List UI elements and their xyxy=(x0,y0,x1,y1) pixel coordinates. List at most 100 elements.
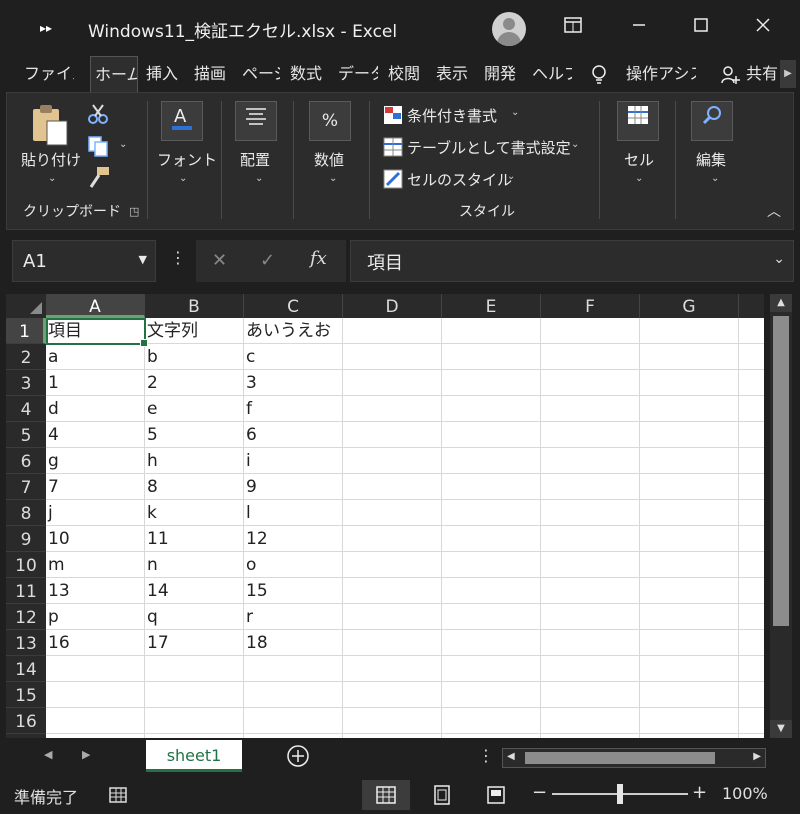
cells-icon[interactable] xyxy=(617,101,659,141)
cell-b10[interactable]: n xyxy=(145,552,242,578)
scrollbar-thumb[interactable] xyxy=(525,752,715,764)
row-header-12[interactable]: 12 xyxy=(6,604,46,630)
tab-developer[interactable]: 開発 xyxy=(484,56,520,92)
cells-button-label[interactable]: セル xyxy=(624,149,654,170)
chevron-down-icon[interactable]: ⌄ xyxy=(179,173,187,184)
row-header-10[interactable]: 10 xyxy=(6,552,46,578)
tab-data[interactable]: データ xyxy=(338,56,378,92)
conditional-formatting-icon[interactable] xyxy=(383,105,403,125)
tab-home[interactable]: ホーム xyxy=(90,56,138,94)
cancel-icon[interactable]: ✕ xyxy=(212,250,227,271)
tab-insert[interactable]: 挿入 xyxy=(146,56,182,92)
close-icon[interactable] xyxy=(748,14,778,42)
cell-area[interactable]: 項目 文字列 あいうえお a b c 1 2 3 d e f 4 5 6 g h i 7 8 9 j k l 10 11 12 m n o… xyxy=(46,318,764,738)
more-options-icon[interactable]: ⋮ xyxy=(478,746,494,765)
add-sheet-icon[interactable] xyxy=(286,744,310,768)
copy-icon[interactable] xyxy=(87,135,109,157)
ribbon-display-icon[interactable] xyxy=(558,14,588,42)
scroll-left-icon[interactable]: ◀ xyxy=(507,751,515,762)
cell-b6[interactable]: h xyxy=(145,448,242,474)
cell-c5[interactable]: 6 xyxy=(244,422,341,448)
tab-scroll-right-icon[interactable]: ▶ xyxy=(780,60,796,88)
tab-view[interactable]: 表示 xyxy=(436,56,472,92)
conditional-formatting-button[interactable]: 条件付き書式 xyxy=(407,105,497,126)
scroll-down-icon[interactable]: ▼ xyxy=(770,720,792,738)
chevron-down-icon[interactable]: ⌄ xyxy=(507,171,515,182)
number-button-label[interactable]: 数値 xyxy=(314,149,344,170)
cell-b3[interactable]: 2 xyxy=(145,370,242,396)
cell-b11[interactable]: 14 xyxy=(145,578,242,604)
cell-b12[interactable]: q xyxy=(145,604,242,630)
cell-styles-button[interactable]: セルのスタイル xyxy=(407,169,512,190)
maximize-icon[interactable] xyxy=(686,14,716,42)
scrollbar-thumb[interactable] xyxy=(773,316,789,626)
cell-a10[interactable]: m xyxy=(46,552,143,578)
chevron-down-icon[interactable]: ⌄ xyxy=(48,173,56,184)
column-header-f[interactable]: F xyxy=(541,294,640,318)
expand-formula-bar-icon[interactable]: ⌄ xyxy=(773,251,785,267)
tab-formulas[interactable]: 数式 xyxy=(290,56,326,92)
collapse-ribbon-icon[interactable]: ︿ xyxy=(767,201,781,221)
editing-button-label[interactable]: 編集 xyxy=(696,149,726,170)
cell-a12[interactable]: p xyxy=(46,604,143,630)
cell-b9[interactable]: 11 xyxy=(145,526,242,552)
sheet-prev-icon[interactable]: ◀ xyxy=(44,748,52,761)
column-header-partial[interactable] xyxy=(739,294,764,318)
cell-a5[interactable]: 4 xyxy=(46,422,143,448)
chevron-down-icon[interactable]: ⌄ xyxy=(511,107,519,118)
row-header-15[interactable]: 15 xyxy=(6,682,46,708)
sheet-tab-sheet1[interactable]: sheet1 xyxy=(146,740,242,772)
cell-a2[interactable]: a xyxy=(46,344,143,370)
cell-c7[interactable]: 9 xyxy=(244,474,341,500)
insert-function-icon[interactable]: fx xyxy=(310,248,327,269)
cell-c13[interactable]: 18 xyxy=(244,630,341,656)
column-header-g[interactable]: G xyxy=(640,294,739,318)
font-icon[interactable]: A xyxy=(161,101,203,141)
cell-c4[interactable]: f xyxy=(244,396,341,422)
enter-check-icon[interactable]: ✓ xyxy=(260,250,275,271)
vertical-scrollbar[interactable]: ▲ ▼ xyxy=(770,294,792,738)
cell-b4[interactable]: e xyxy=(145,396,242,422)
cut-icon[interactable] xyxy=(87,103,109,125)
cell-a3[interactable]: 1 xyxy=(46,370,143,396)
zoom-out-icon[interactable]: − xyxy=(532,782,547,803)
row-header-9[interactable]: 9 xyxy=(6,526,46,552)
chevron-down-icon[interactable]: ⌄ xyxy=(711,173,719,184)
alignment-button-label[interactable]: 配置 xyxy=(240,149,270,170)
scroll-right-icon[interactable]: ▶ xyxy=(753,751,761,762)
format-painter-icon[interactable] xyxy=(87,165,111,189)
chevron-down-icon[interactable]: ⌄ xyxy=(329,173,337,184)
column-header-b[interactable]: B xyxy=(145,294,244,318)
page-layout-view-icon[interactable] xyxy=(418,780,466,810)
cell-a7[interactable]: 7 xyxy=(46,474,143,500)
row-header-11[interactable]: 11 xyxy=(6,578,46,604)
cell-a11[interactable]: 13 xyxy=(46,578,143,604)
scroll-up-icon[interactable]: ▲ xyxy=(770,294,792,312)
accessibility-icon[interactable] xyxy=(108,784,128,804)
tab-page[interactable]: ページ xyxy=(242,56,280,92)
tab-draw[interactable]: 描画 xyxy=(194,56,230,92)
more-options-icon[interactable]: ⋮ xyxy=(170,248,186,267)
font-button-label[interactable]: フォント xyxy=(157,149,217,170)
row-header-3[interactable]: 3 xyxy=(6,370,46,396)
zoom-slider-thumb[interactable] xyxy=(617,784,623,804)
cell-b1[interactable]: 文字列 xyxy=(145,318,242,344)
cell-styles-icon[interactable] xyxy=(383,169,403,189)
name-box[interactable]: A1 ▼ xyxy=(12,240,156,282)
sheet-next-icon[interactable]: ▶ xyxy=(82,748,90,761)
format-as-table-icon[interactable] xyxy=(383,137,403,157)
minimize-icon[interactable] xyxy=(624,14,654,42)
fill-handle[interactable] xyxy=(140,339,148,347)
row-header-13[interactable]: 13 xyxy=(6,630,46,656)
cell-a4[interactable]: d xyxy=(46,396,143,422)
cell-a6[interactable]: g xyxy=(46,448,143,474)
normal-view-icon[interactable] xyxy=(362,780,410,810)
cell-c1[interactable]: あいうえお xyxy=(244,318,341,344)
lightbulb-icon[interactable] xyxy=(590,56,612,92)
cell-c10[interactable]: o xyxy=(244,552,341,578)
cell-b5[interactable]: 5 xyxy=(145,422,242,448)
row-header-4[interactable]: 4 xyxy=(6,396,46,422)
cell-a13[interactable]: 16 xyxy=(46,630,143,656)
chevron-down-icon[interactable]: ⌄ xyxy=(635,173,643,184)
row-header-6[interactable]: 6 xyxy=(6,448,46,474)
